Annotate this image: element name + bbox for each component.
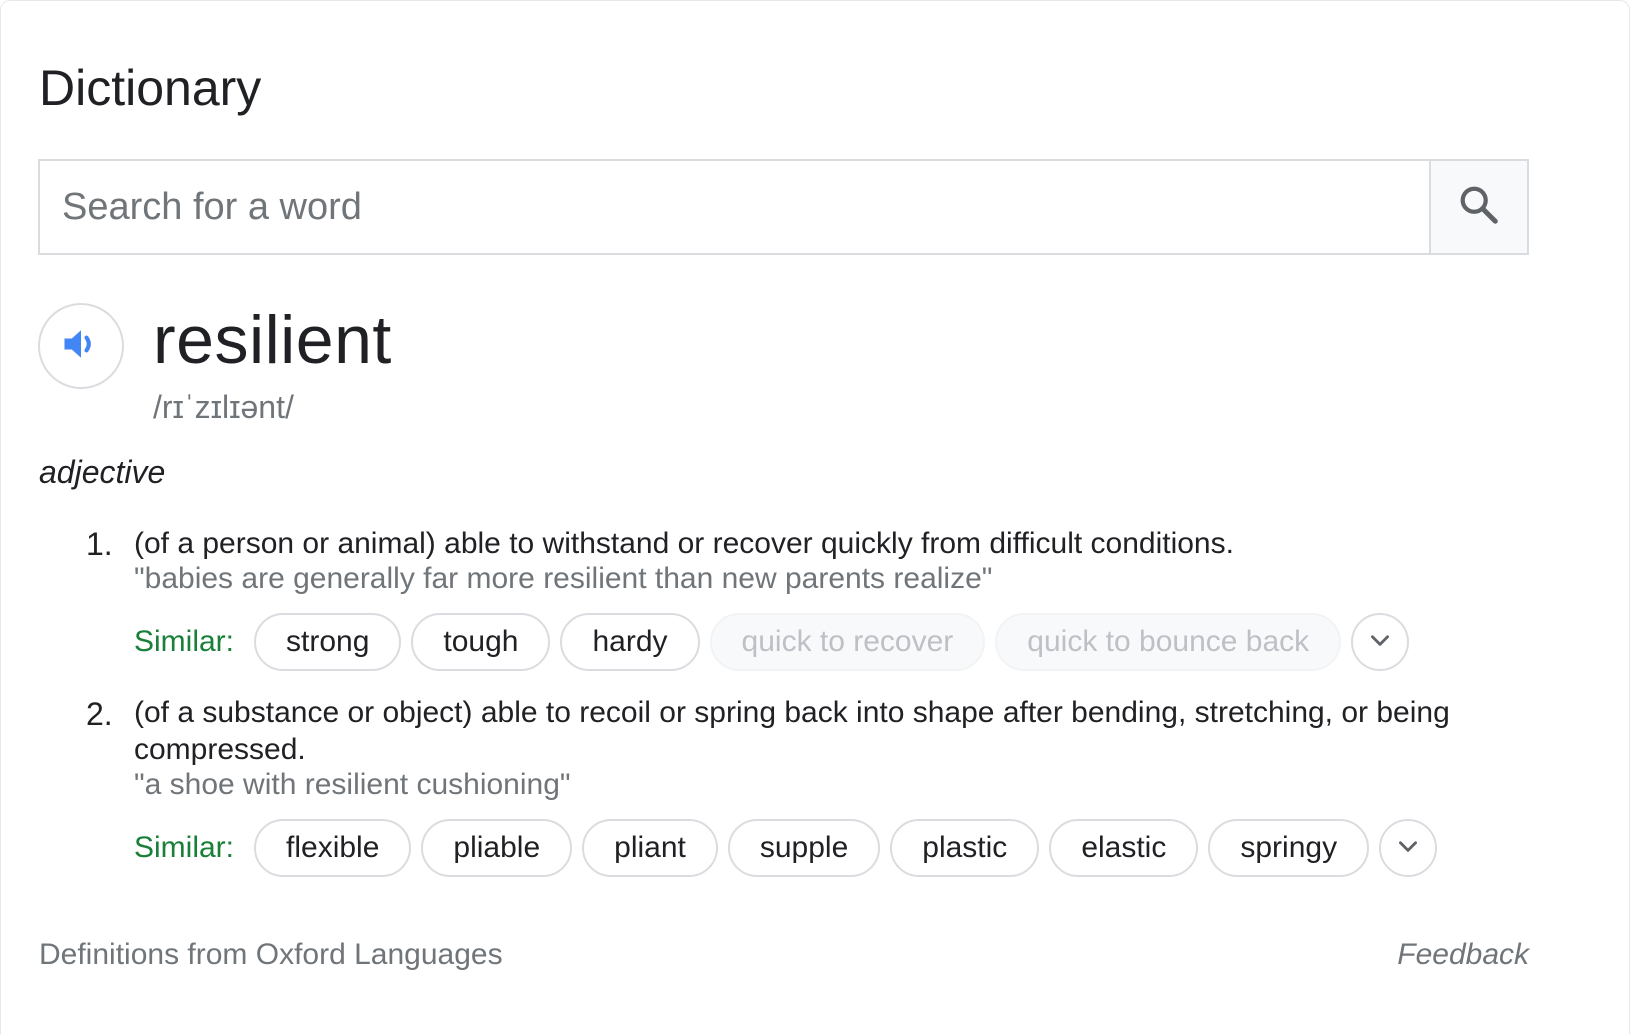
similar-chip[interactable]: supple — [727, 819, 881, 877]
sense-definition: (of a substance or object) able to recoi… — [134, 696, 1450, 766]
sense-definition: (of a person or animal) able to withstan… — [134, 527, 1234, 560]
sense-number: 2. — [86, 696, 113, 732]
similar-chip: quick to bounce back — [995, 613, 1342, 671]
similar-chip[interactable]: strong — [254, 613, 402, 671]
similar-row: Similar: flexible pliable pliant supple … — [134, 818, 1438, 878]
headword: resilient — [153, 302, 392, 378]
search-input[interactable] — [40, 161, 1429, 253]
similar-chip[interactable]: springy — [1208, 819, 1370, 877]
search-button[interactable] — [1429, 161, 1527, 253]
similar-chip[interactable]: elastic — [1049, 819, 1199, 877]
search-box — [38, 159, 1529, 255]
page-title: Dictionary — [39, 60, 262, 116]
expand-similar-button[interactable] — [1379, 819, 1438, 877]
search-icon — [1456, 182, 1502, 233]
similar-chip[interactable]: pliable — [421, 819, 573, 877]
sense-example: "babies are generally far more resilient… — [134, 562, 993, 595]
similar-label: Similar: — [134, 625, 235, 658]
pronunciation-button[interactable] — [38, 303, 124, 389]
chevron-down-icon — [1367, 627, 1393, 658]
part-of-speech: adjective — [39, 454, 166, 490]
similar-label: Similar: — [134, 831, 235, 864]
similar-chip[interactable]: tough — [411, 613, 551, 671]
similar-chip[interactable]: flexible — [254, 819, 412, 877]
phonetic-spelling: /rɪˈzɪlɪənt/ — [153, 389, 294, 425]
source-attribution: Definitions from Oxford Languages — [39, 938, 503, 971]
chevron-down-icon — [1395, 833, 1421, 864]
feedback-link[interactable]: Feedback — [1397, 938, 1529, 972]
similar-chip[interactable]: hardy — [560, 613, 700, 671]
speaker-icon — [59, 322, 103, 371]
expand-similar-button[interactable] — [1351, 613, 1410, 671]
similar-chip: quick to recover — [709, 613, 986, 671]
similar-chip[interactable]: plastic — [890, 819, 1040, 877]
similar-chip[interactable]: pliant — [582, 819, 718, 877]
similar-row: Similar: strong tough hardy quick to rec… — [134, 612, 1410, 672]
sense-example: "a shoe with resilient cushioning" — [134, 768, 571, 801]
sense-number: 1. — [86, 526, 113, 562]
dictionary-card: Dictionary resilient /rɪˈzɪlɪənt/ adject… — [0, 0, 1630, 1034]
